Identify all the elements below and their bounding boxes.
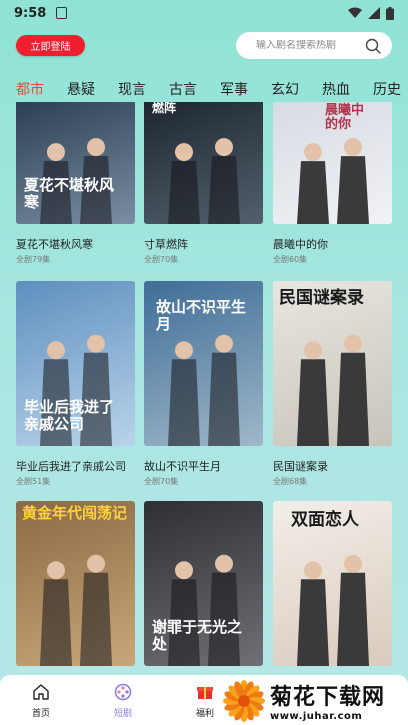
drama-card[interactable]: 毕业后我进了亲戚公司 毕业后我进了亲戚公司 全剧51集 [16, 281, 135, 487]
drama-title[interactable]: 民国谜案录 [273, 458, 392, 472]
wifi-icon [348, 7, 362, 19]
search-input[interactable] [256, 40, 361, 51]
poster-title: 故山不识平生月 [156, 298, 247, 333]
drama-poster[interactable]: 民国谜案录 [273, 281, 392, 446]
nav-shorts-label: 短剧 [113, 709, 132, 719]
drama-title[interactable]: 毕业后我进了亲戚公司 [16, 458, 135, 472]
tab-3[interactable]: 古言 [169, 79, 220, 99]
tab-1[interactable]: 悬疑 [67, 79, 118, 99]
film-reel-icon [114, 683, 132, 701]
signal-icon [368, 7, 380, 19]
clock: 9:58 [14, 5, 47, 21]
drama-title[interactable]: 寸草燃阵 [144, 236, 263, 250]
login-button[interactable]: 立即登陆 [16, 35, 85, 56]
nav-home-label: 首页 [31, 709, 50, 719]
search-icon[interactable] [364, 37, 382, 55]
tab-4[interactable]: 军事 [220, 79, 271, 99]
watermark-name: 菊花下载网 [270, 685, 386, 710]
drama-poster[interactable]: 毕业后我进了亲戚公司 [16, 281, 135, 446]
drama-poster[interactable]: 故山不识平生月 [144, 281, 263, 446]
tab-2[interactable]: 现言 [118, 79, 169, 99]
drama-card[interactable]: 故山不识平生月 故山不识平生月 全剧70集 [144, 281, 263, 487]
drama-card[interactable]: 谢罪于无光之处 [144, 501, 263, 666]
drama-grid: 夏花不堪秋风寒 夏花不堪秋风寒 全剧79集 燃阵 寸草燃阵 全剧70集 晨曦中的你 晨曦中的你… [16, 102, 392, 677]
site-watermark: 菊花下载网 www.juhar.com [222, 676, 408, 725]
nav-shorts[interactable]: 短剧 [82, 675, 164, 725]
home-icon [33, 684, 49, 700]
episode-count: 全剧68集 [273, 477, 308, 486]
notification-icon [56, 7, 68, 19]
episode-count: 全剧60集 [273, 255, 308, 264]
episode-count: 全剧51集 [16, 477, 51, 486]
poster-figures [40, 554, 112, 666]
drama-title[interactable]: 夏花不堪秋风寒 [16, 236, 135, 250]
drama-title[interactable]: 晨曦中的你 [273, 236, 392, 250]
drama-poster[interactable]: 晨曦中的你 [273, 102, 392, 224]
poster-title: 燃阵 [152, 102, 177, 115]
drama-poster[interactable]: 双面恋人 [273, 501, 392, 666]
episode-count: 全剧70集 [144, 477, 179, 486]
drama-card[interactable]: 晨曦中的你 晨曦中的你 全剧60集 [273, 102, 392, 265]
drama-card[interactable]: 燃阵寸草燃阵全剧70集 [144, 102, 263, 265]
poster-title: 夏花不堪秋风寒 [24, 176, 115, 211]
drama-card[interactable]: 夏花不堪秋风寒 夏花不堪秋风寒 全剧79集 [16, 102, 135, 265]
drama-poster[interactable]: 燃阵 [144, 102, 263, 224]
gift-icon [197, 687, 213, 699]
nav-welfare-label: 福利 [195, 709, 214, 719]
episode-count: 全剧79集 [16, 255, 51, 264]
drama-poster[interactable]: 夏花不堪秋风寒 [16, 102, 135, 224]
watermark-url: www.juhar.com [270, 711, 363, 722]
poster-title: 民国谜案录 [279, 288, 364, 308]
episode-count: 全剧70集 [144, 255, 179, 264]
poster-title: 晨曦中的你 [325, 103, 365, 133]
poster-title: 毕业后我进了亲戚公司 [24, 398, 115, 433]
poster-title: 谢罪于无光之处 [152, 618, 243, 653]
chrysanthemum-logo-icon [223, 679, 265, 722]
tab-0[interactable]: 都市 [16, 79, 67, 99]
drama-poster[interactable]: 谢罪于无光之处 [144, 501, 263, 666]
category-tabs: 都市 悬疑 现言 古言 军事 玄幻 热血 历史 [0, 76, 408, 102]
drama-title[interactable]: 故山不识平生月 [144, 458, 263, 472]
poster-title: 双面恋人 [291, 510, 359, 530]
drama-card[interactable]: 双面恋人 [273, 501, 392, 666]
status-bar: 9:58 [0, 0, 408, 26]
poster-title: 黄金年代闯荡记 [22, 504, 128, 522]
tab-7[interactable]: 历史 [373, 79, 408, 99]
battery-icon [386, 6, 394, 20]
poster-figures [168, 138, 240, 224]
search-bar[interactable] [236, 32, 392, 59]
drama-poster[interactable]: 黄金年代闯荡记 [16, 501, 135, 666]
drama-card[interactable]: 黄金年代闯荡记 [16, 501, 135, 666]
nav-home[interactable]: 首页 [0, 675, 82, 725]
tab-6[interactable]: 热血 [322, 79, 373, 99]
drama-card[interactable]: 民国谜案录 民国谜案录 全剧68集 [273, 281, 392, 487]
tab-5[interactable]: 玄幻 [271, 79, 322, 99]
